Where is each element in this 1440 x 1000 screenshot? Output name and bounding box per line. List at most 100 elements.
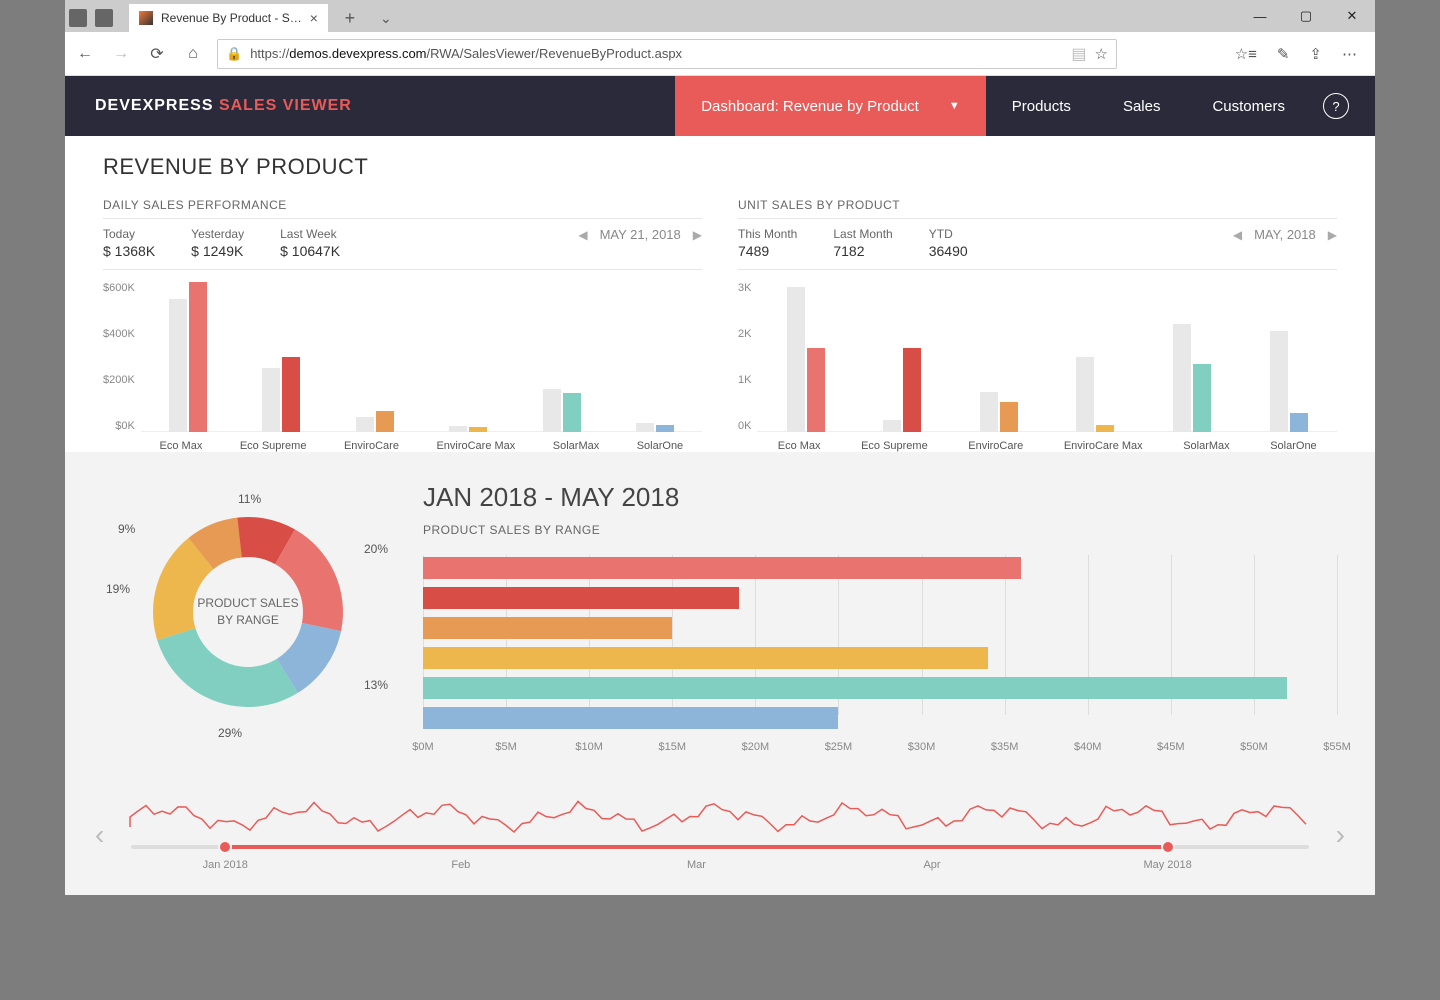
nav-customers[interactable]: Customers — [1186, 98, 1311, 115]
hbar[interactable] — [423, 677, 1287, 699]
donut-chart[interactable]: PRODUCT SALESBY RANGE 11% 20% 13% 29% 19… — [138, 502, 358, 722]
sparkline-chart[interactable] — [103, 787, 1337, 842]
nav-products[interactable]: Products — [986, 98, 1097, 115]
more-icon[interactable]: ⋯ — [1342, 45, 1357, 63]
bar[interactable] — [189, 282, 207, 432]
home-button[interactable]: ⌂ — [181, 45, 205, 63]
xlabel: EnviroCare — [968, 440, 1023, 452]
bar[interactable] — [563, 393, 581, 432]
hbar-chart[interactable] — [423, 555, 1337, 735]
browser-tab[interactable]: Revenue By Product - S… × — [129, 4, 328, 32]
hbar[interactable] — [423, 557, 1021, 579]
forward-button: → — [109, 45, 133, 63]
bar[interactable] — [656, 425, 674, 433]
hbar[interactable] — [423, 707, 838, 729]
reader-icon[interactable]: ▤ — [1071, 44, 1086, 64]
tab-overflow-icon[interactable]: ⌄ — [372, 4, 400, 32]
lastweek-label: Last Week — [280, 227, 340, 241]
bar[interactable] — [1000, 402, 1018, 432]
bar[interactable] — [980, 392, 998, 432]
donut-center-1: PRODUCT SALES — [197, 596, 298, 610]
hbar-xtick: $35M — [991, 741, 1019, 753]
xlabel: SolarOne — [637, 440, 683, 452]
thismonth-value: 7489 — [738, 243, 797, 259]
ytd-label: YTD — [929, 227, 968, 241]
xlabel: EnviroCare Max — [1064, 440, 1143, 452]
timeline-track[interactable] — [131, 845, 1309, 849]
bar[interactable] — [376, 411, 394, 432]
xlabel: Eco Max — [160, 440, 203, 452]
daily-next-button[interactable]: ▶ — [693, 228, 702, 242]
dropdown-label: Dashboard: Revenue by Product — [701, 98, 919, 115]
donut-pct: 29% — [218, 726, 242, 740]
unit-bar-chart[interactable]: 3K 2K 1K 0K Eco MaxEco SupremeEnviroCare… — [738, 282, 1337, 452]
lastweek-value: $ 10647K — [280, 243, 340, 259]
unit-next-button[interactable]: ▶ — [1328, 228, 1337, 242]
daily-bar-chart[interactable]: $600K $400K $200K $0K Eco MaxEco Supreme… — [103, 282, 702, 452]
daily-prev-button[interactable]: ◀ — [578, 228, 587, 242]
maximize-button[interactable]: ▢ — [1283, 0, 1329, 32]
ytick: $600K — [103, 282, 135, 294]
timeline-handle-end[interactable] — [1161, 840, 1175, 854]
app-icon-2 — [95, 9, 113, 27]
new-tab-button[interactable]: + — [336, 4, 364, 32]
bar[interactable] — [636, 423, 654, 432]
unit-prev-button[interactable]: ◀ — [1233, 228, 1242, 242]
bar[interactable] — [1270, 331, 1288, 432]
bar[interactable] — [449, 426, 467, 432]
minimize-button[interactable]: — — [1237, 0, 1283, 32]
xlabel: Eco Max — [778, 440, 821, 452]
timeline-label: Mar — [687, 859, 706, 871]
ytick: $400K — [103, 328, 135, 340]
url-input[interactable]: 🔒 https://demos.devexpress.com/RWA/Sales… — [217, 39, 1117, 69]
hbar[interactable] — [423, 587, 739, 609]
bar[interactable] — [356, 417, 374, 432]
bar[interactable] — [903, 348, 921, 432]
help-button[interactable]: ? — [1323, 93, 1349, 119]
timeline-label: Apr — [923, 859, 940, 871]
favorites-icon[interactable]: ☆≡ — [1235, 45, 1257, 63]
timeline-prev-button[interactable]: ‹ — [95, 819, 104, 851]
xlabel: Eco Supreme — [861, 440, 928, 452]
dashboard-dropdown[interactable]: Dashboard: Revenue by Product ▼ — [675, 76, 986, 136]
timeline-next-button[interactable]: › — [1336, 819, 1345, 851]
timeline-label: Jan 2018 — [203, 859, 248, 871]
bar[interactable] — [1290, 413, 1308, 432]
bar[interactable] — [1076, 357, 1094, 432]
page-title: REVENUE BY PRODUCT — [103, 154, 1337, 180]
timeline-label: May 2018 — [1143, 859, 1191, 871]
hbar[interactable] — [423, 617, 672, 639]
bar[interactable] — [807, 348, 825, 432]
bar[interactable] — [1096, 425, 1114, 432]
bar[interactable] — [469, 427, 487, 432]
bar[interactable] — [787, 287, 805, 432]
bar[interactable] — [1193, 364, 1211, 432]
yesterday-label: Yesterday — [191, 227, 244, 241]
hbar[interactable] — [423, 647, 988, 669]
bar[interactable] — [1173, 324, 1191, 432]
back-button[interactable]: ← — [73, 45, 97, 63]
app-icon — [69, 9, 87, 27]
bar[interactable] — [169, 299, 187, 432]
bar[interactable] — [262, 368, 280, 432]
notes-icon[interactable]: ✎ — [1277, 45, 1290, 63]
timeline-handle-start[interactable] — [218, 840, 232, 854]
share-icon[interactable]: ⇪ — [1309, 45, 1322, 63]
favorite-icon[interactable]: ☆ — [1095, 45, 1108, 63]
url-text: https://demos.devexpress.com/RWA/SalesVi… — [250, 46, 1063, 61]
tab-close-icon[interactable]: × — [310, 10, 318, 26]
bar[interactable] — [883, 420, 901, 432]
ytick: 3K — [738, 282, 751, 294]
bar[interactable] — [282, 357, 300, 432]
ytick: 1K — [738, 374, 751, 386]
yesterday-value: $ 1249K — [191, 243, 244, 259]
bar[interactable] — [543, 389, 561, 432]
hbar-xtick: $30M — [908, 741, 936, 753]
hbar-xtick: $50M — [1240, 741, 1268, 753]
nav-sales[interactable]: Sales — [1097, 98, 1187, 115]
range-title: JAN 2018 - MAY 2018 — [423, 482, 1337, 513]
refresh-button[interactable]: ⟳ — [145, 44, 169, 64]
close-window-button[interactable]: ✕ — [1329, 0, 1375, 32]
ytick: 0K — [738, 420, 751, 432]
xlabel: SolarMax — [553, 440, 599, 452]
